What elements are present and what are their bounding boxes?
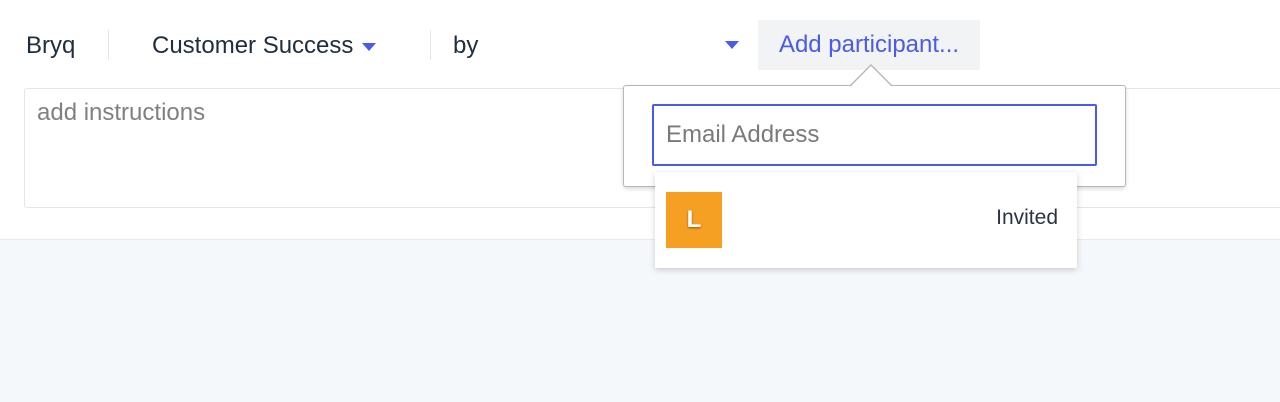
avatar: L xyxy=(666,192,722,248)
content-background xyxy=(0,240,1280,402)
participant-suggestion-item[interactable]: L Invited xyxy=(655,172,1077,268)
participant-suggestions: L Invited xyxy=(655,172,1077,268)
team-select-value: Customer Success xyxy=(152,32,354,59)
email-address-input[interactable] xyxy=(652,104,1097,166)
team-select[interactable]: Customer Success xyxy=(152,32,377,60)
status-label: Invited xyxy=(996,206,1058,229)
popover-arrow-fill xyxy=(850,66,892,87)
chevron-down-icon xyxy=(362,43,377,51)
divider xyxy=(108,30,109,60)
chevron-down-icon[interactable] xyxy=(725,41,739,49)
org-name: Bryq xyxy=(26,32,76,59)
divider xyxy=(430,30,431,60)
add-participant-button[interactable]: Add participant... xyxy=(758,20,980,70)
by-select-label[interactable]: by xyxy=(453,32,478,60)
